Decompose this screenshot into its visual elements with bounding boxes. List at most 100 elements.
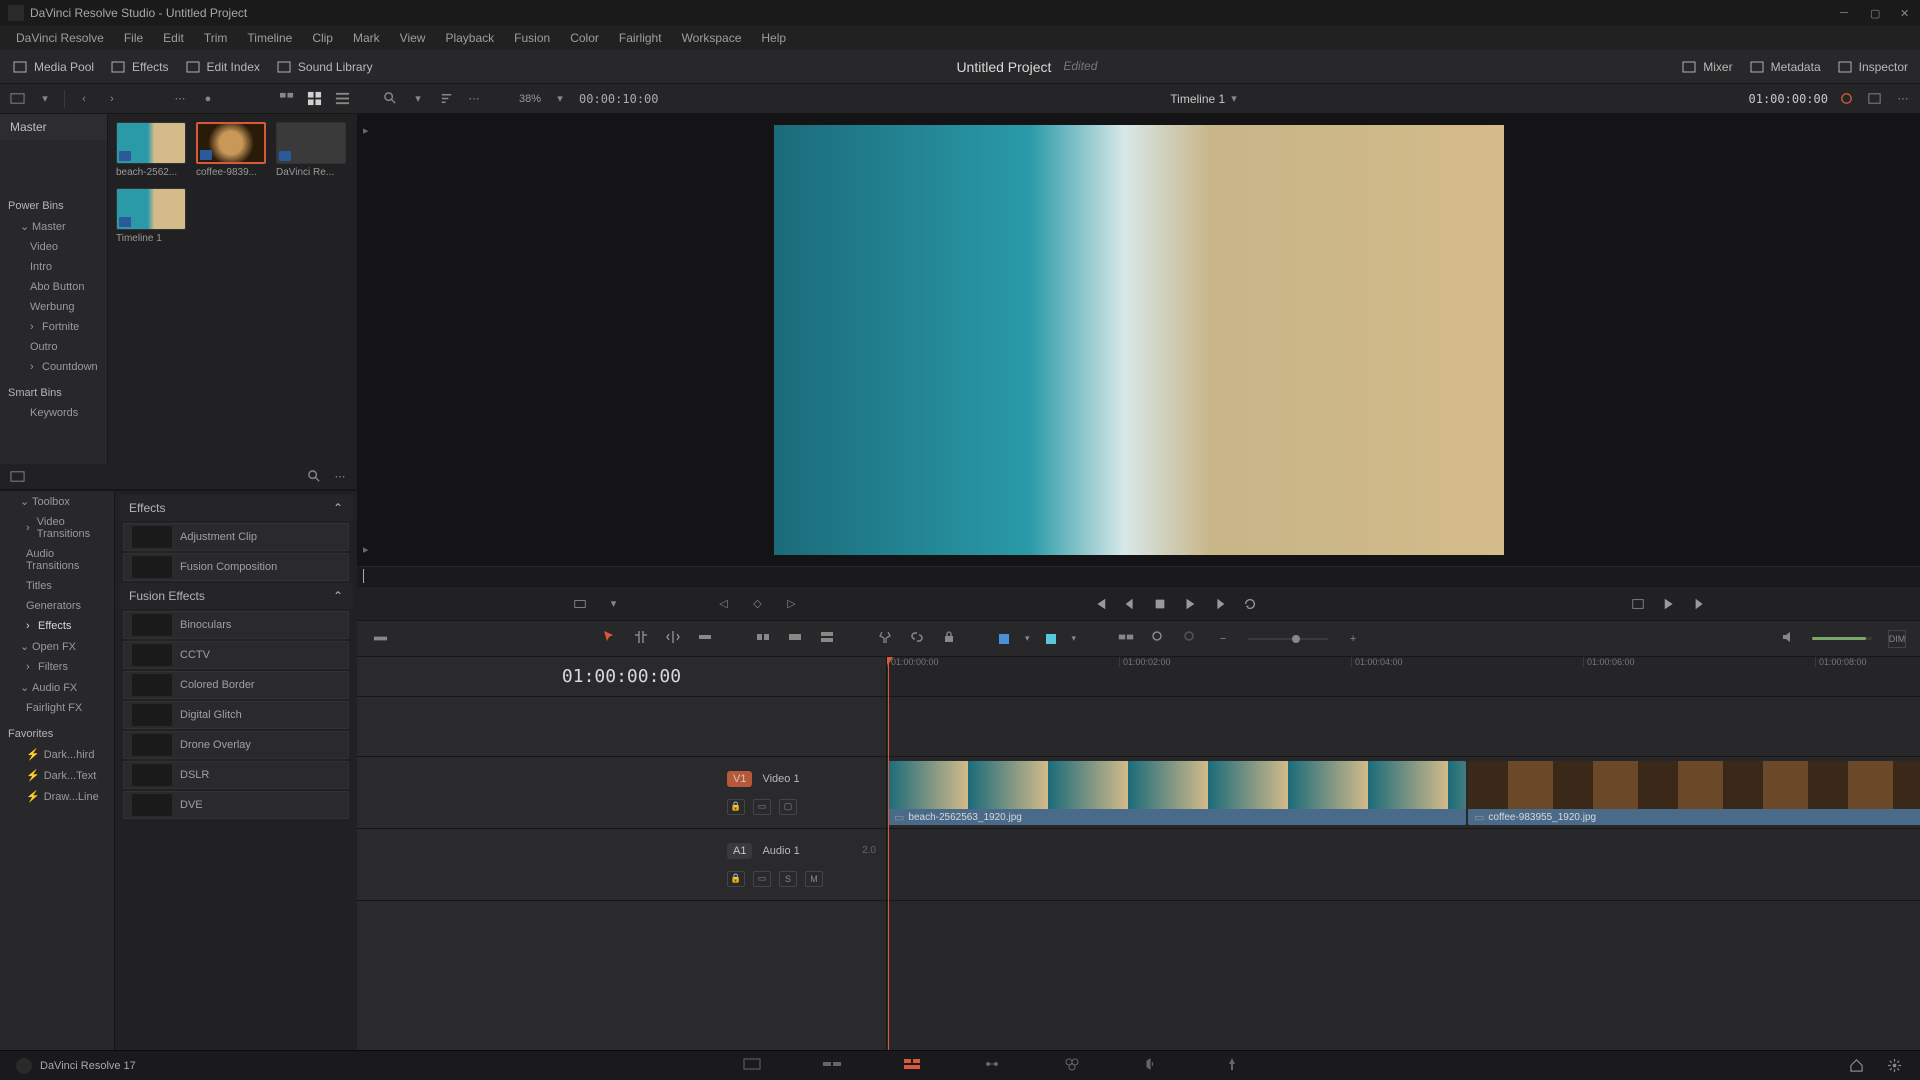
fx-category[interactable]: ›Filters <box>0 657 114 677</box>
view-metadata-icon[interactable] <box>277 90 295 108</box>
playhead[interactable] <box>888 657 889 1050</box>
menu-edit[interactable]: Edit <box>153 28 194 48</box>
step-back-icon[interactable] <box>1123 597 1137 611</box>
maximize-icon[interactable]: ▢ <box>1870 7 1882 19</box>
fx-item[interactable]: CCTV <box>123 641 349 669</box>
menu-color[interactable]: Color <box>560 28 609 48</box>
panel-layout-icon[interactable] <box>8 468 26 486</box>
pool-layout-icon[interactable] <box>8 90 26 108</box>
search-icon[interactable] <box>305 468 323 486</box>
editindex-button[interactable]: Edit Index <box>185 59 260 75</box>
effects-button[interactable]: Effects <box>110 59 168 75</box>
close-icon[interactable]: ✕ <box>1900 7 1912 19</box>
menu-playback[interactable]: Playback <box>435 28 504 48</box>
overwrite-icon[interactable] <box>787 629 803 648</box>
menu-clip[interactable]: Clip <box>302 28 343 48</box>
mediapool-button[interactable]: Media Pool <box>12 59 94 75</box>
media-page-icon[interactable] <box>742 1056 762 1075</box>
snap-icon[interactable] <box>1118 629 1134 648</box>
timeline-view-icon[interactable] <box>371 630 389 648</box>
dots-menu-icon[interactable]: ⋯ <box>171 90 189 108</box>
menu-trim[interactable]: Trim <box>194 28 238 48</box>
auto-select-icon[interactable]: ▭ <box>753 799 771 815</box>
zoom-slider[interactable] <box>1248 638 1328 640</box>
mute-button[interactable]: M <box>805 871 823 887</box>
lock-icon[interactable]: 🔒 <box>727 799 745 815</box>
fx-category[interactable]: ⌄Toolbox <box>0 491 114 512</box>
bin-item[interactable]: ›Fortnite <box>0 317 107 337</box>
bin-item[interactable]: Intro <box>0 257 107 277</box>
disable-track-icon[interactable]: ▢ <box>779 799 797 815</box>
inout-icon[interactable] <box>571 595 589 613</box>
marker-cyan-icon[interactable] <box>1046 634 1056 644</box>
menu-view[interactable]: View <box>390 28 436 48</box>
lock-icon[interactable] <box>941 629 957 648</box>
goto-last-icon[interactable] <box>1693 597 1707 611</box>
track-id[interactable]: V1 <box>727 771 752 787</box>
chevron-down-icon[interactable]: ▾ <box>409 90 427 108</box>
fx-category[interactable]: ⌄Audio FX <box>0 677 114 698</box>
fx-category[interactable]: ⚡Dark...hird <box>0 744 114 765</box>
edit-page-icon[interactable] <box>902 1056 922 1075</box>
audio-track-lane[interactable] <box>887 829 1920 901</box>
zoom-in-icon[interactable]: + <box>1344 630 1362 648</box>
dots-menu-icon[interactable]: ⋯ <box>1894 90 1912 108</box>
settings-icon[interactable] <box>1886 1057 1904 1075</box>
menu-timeline[interactable]: Timeline <box>237 28 302 48</box>
sort-icon[interactable] <box>437 90 455 108</box>
deliver-page-icon[interactable] <box>1222 1056 1242 1075</box>
nav-fwd-icon[interactable]: › <box>103 90 121 108</box>
dots-menu-icon[interactable]: ⋯ <box>465 90 483 108</box>
bypass-icon[interactable] <box>1838 90 1856 108</box>
viewer-in-icon[interactable]: ▸ <box>363 124 369 137</box>
fx-category[interactable]: Fairlight FX <box>0 698 114 718</box>
effects-list[interactable]: Effects⌃Adjustment ClipFusion Compositio… <box>115 491 357 1050</box>
replace-icon[interactable] <box>819 629 835 648</box>
media-thumb[interactable]: beach-2562... <box>116 122 186 178</box>
track-id[interactable]: A1 <box>727 843 752 859</box>
auto-select-icon[interactable]: ▭ <box>753 871 771 887</box>
key-icon[interactable]: ◇ <box>749 595 767 613</box>
chevron-down-icon[interactable]: ▾ <box>1025 633 1030 644</box>
stop-icon[interactable] <box>1153 597 1167 611</box>
viewer-out-icon[interactable]: ▸ <box>363 543 369 556</box>
search-icon[interactable] <box>381 90 399 108</box>
selection-tool-icon[interactable] <box>601 629 617 648</box>
chevron-down-icon[interactable]: ▾ <box>1231 92 1237 105</box>
inspector-button[interactable]: Inspector <box>1837 59 1908 75</box>
fusion-page-icon[interactable] <box>982 1056 1002 1075</box>
blade-tool-icon[interactable] <box>697 629 713 648</box>
video-clip[interactable]: ▭coffee-983955_1920.jpg <box>1468 761 1920 825</box>
fx-item[interactable]: DVE <box>123 791 349 819</box>
trim-tool-icon[interactable] <box>633 629 649 648</box>
flag-blue-icon[interactable] <box>999 634 1009 644</box>
menu-file[interactable]: File <box>114 28 153 48</box>
play-icon[interactable] <box>1183 597 1197 611</box>
goto-start-icon[interactable] <box>1093 597 1107 611</box>
bin-item[interactable]: Video <box>0 237 107 257</box>
menu-help[interactable]: Help <box>751 28 796 48</box>
goto-end-icon[interactable] <box>1663 597 1677 611</box>
zoom-out-icon[interactable]: − <box>1214 630 1232 648</box>
prev-key-icon[interactable]: ◁ <box>715 595 733 613</box>
mute-icon[interactable] <box>1780 629 1796 648</box>
fx-category[interactable]: Audio Transitions <box>0 544 114 576</box>
step-fwd-icon[interactable] <box>1213 597 1227 611</box>
fairlight-page-icon[interactable] <box>1142 1056 1162 1075</box>
fx-category[interactable]: ›Video Transitions <box>0 512 114 544</box>
fx-item[interactable]: Colored Border <box>123 671 349 699</box>
fx-category[interactable]: Favorites <box>0 724 114 744</box>
chevron-down-icon[interactable]: ▾ <box>36 90 54 108</box>
color-page-icon[interactable] <box>1062 1056 1082 1075</box>
chevron-down-icon[interactable]: ▾ <box>1072 633 1077 644</box>
audio-track-header[interactable]: A1 Audio 1 2.0 🔒 ▭ S M <box>357 829 886 901</box>
fx-category[interactable]: ›Effects <box>0 616 114 636</box>
timeline-tracks[interactable]: 01:00:00:0001:00:02:0001:00:04:0001:00:0… <box>887 657 1920 1050</box>
volume-slider[interactable] <box>1812 637 1872 640</box>
bin-item[interactable]: Werbung <box>0 297 107 317</box>
zoom-detail-icon[interactable] <box>1182 629 1198 648</box>
view-list-icon[interactable] <box>333 90 351 108</box>
record-icon[interactable]: ● <box>199 90 217 108</box>
bin-item[interactable]: ›Countdown <box>0 357 107 377</box>
soundlib-button[interactable]: Sound Library <box>276 59 373 75</box>
